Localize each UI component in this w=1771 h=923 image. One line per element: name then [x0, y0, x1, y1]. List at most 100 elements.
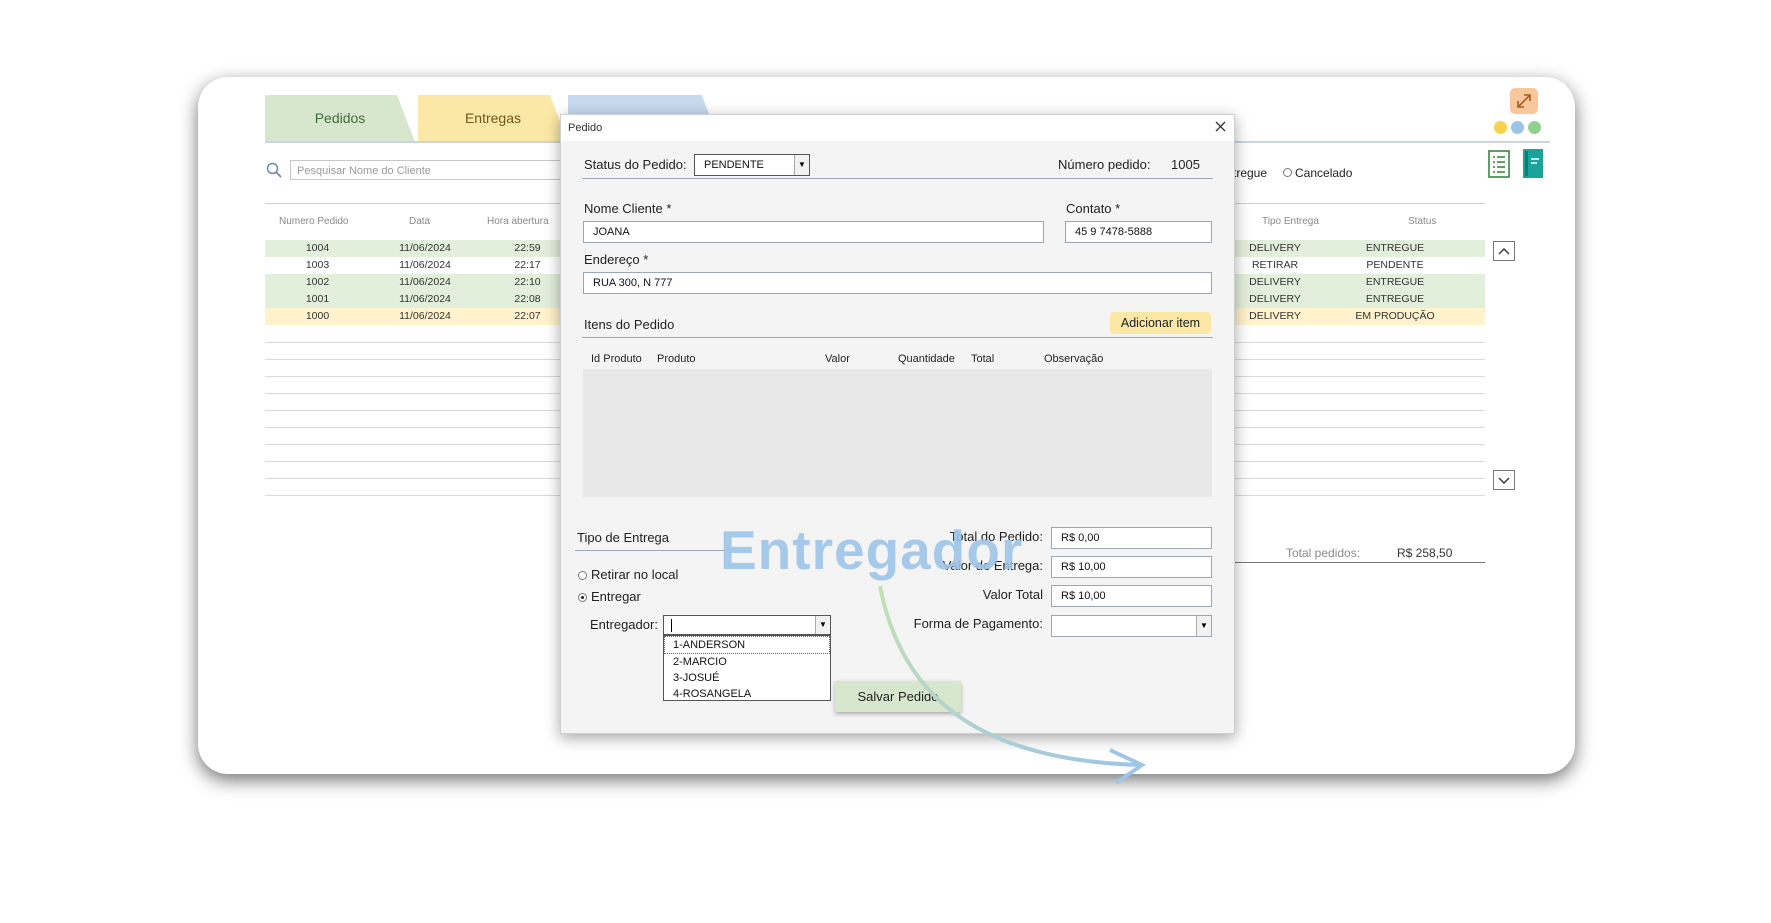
callout-arrow-icon [878, 585, 1146, 785]
status-value: PENDENTE [704, 159, 764, 171]
report-icon [1523, 149, 1543, 178]
chevron-down-icon: ▼ [794, 155, 809, 175]
nome-cliente-field[interactable]: JOANA [583, 221, 1044, 243]
cell-tipo: DELIVERY [1249, 310, 1301, 322]
blue-dot [1511, 121, 1524, 134]
cell-status: ENTREGUE [1365, 242, 1425, 254]
retirar-radio[interactable] [578, 571, 587, 580]
nome-cliente-label: Nome Cliente * [584, 201, 672, 216]
valor-entrega-field[interactable]: R$ 10,00 [1051, 556, 1212, 578]
cell-numero: 1000 [305, 310, 330, 322]
chevron-down-icon [1498, 477, 1510, 484]
scroll-up-button[interactable] [1493, 241, 1515, 261]
endereco-field[interactable]: RUA 300, N 777 [583, 272, 1212, 294]
cell-status: ENTREGUE [1365, 276, 1425, 288]
search-icon [266, 162, 282, 178]
retirar-label: Retirar no local [591, 567, 679, 582]
chevron-down-icon: ▼ [1196, 616, 1211, 636]
entregador-callout-text: Entregador [720, 519, 1024, 581]
total-pedido-field[interactable]: R$ 0,00 [1051, 527, 1212, 549]
entregador-select[interactable]: ▼ [663, 615, 831, 635]
col-produto: Produto [657, 353, 696, 365]
cell-numero: 1002 [305, 276, 330, 288]
dialog-titlebar: Pedido [561, 115, 1234, 141]
filter-cancelado[interactable]: Cancelado [1283, 166, 1352, 180]
entregar-label: Entregar [591, 589, 641, 604]
tab-pedidos[interactable]: Pedidos [265, 95, 415, 142]
cell-status: EM PRODUÇÃO [1355, 310, 1435, 322]
cell-hora: 22:17 [514, 259, 541, 271]
col-status: Status [1408, 216, 1437, 227]
close-button[interactable] [1215, 115, 1226, 141]
total-pedidos-value: R$ 258,50 [1397, 546, 1453, 560]
cell-hora: 22:10 [514, 276, 541, 288]
cell-tipo: DELIVERY [1249, 293, 1301, 305]
itens-divider [582, 337, 1213, 338]
status-label: Status do Pedido: [584, 157, 687, 172]
col-total: Total [971, 353, 995, 365]
cell-data: 11/06/2024 [399, 242, 451, 254]
tab-entregas[interactable]: Entregas [418, 95, 568, 142]
expand-button[interactable] [1510, 88, 1538, 114]
total-pedidos-label: Total pedidos: [1286, 546, 1361, 560]
contato-field[interactable]: 45 9 7478-5888 [1065, 221, 1212, 243]
cell-status: ENTREGUE [1365, 293, 1425, 305]
tipo-entrega-label: Tipo de Entrega [577, 530, 670, 545]
cell-numero: 1004 [305, 242, 330, 254]
cell-data: 11/06/2024 [399, 276, 451, 288]
cell-hora: 22:59 [514, 242, 541, 254]
endereco-label: Endereço * [584, 252, 649, 267]
cell-status: PENDENTE [1366, 259, 1424, 271]
col-observacao: Observação [1044, 353, 1104, 365]
itens-pedido-label: Itens do Pedido [584, 317, 675, 332]
col-numero-pedido: Numero Pedido [279, 216, 349, 227]
entregador-dropdown-list[interactable]: 1-ANDERSON 2-MARCIO 3-JOSUÉ 4-ROSANGELA [663, 635, 831, 701]
cell-hora: 22:08 [514, 293, 541, 305]
cell-hora: 22:07 [514, 310, 541, 322]
dropdown-option[interactable]: 1-ANDERSON [664, 636, 830, 654]
col-valor: Valor [825, 353, 850, 365]
col-data: Data [409, 216, 431, 227]
cell-numero: 1003 [305, 259, 330, 271]
status-select[interactable]: PENDENTE ▼ [694, 154, 810, 176]
cancelado-label: Cancelado [1295, 166, 1353, 180]
cell-tipo: DELIVERY [1249, 276, 1301, 288]
close-icon [1215, 121, 1226, 132]
list-view-button[interactable] [1488, 150, 1510, 178]
cell-data: 11/06/2024 [399, 293, 451, 305]
report-button[interactable] [1523, 149, 1543, 178]
col-tipo-entrega: Tipo Entrega [1262, 216, 1319, 227]
list-icon [1488, 150, 1510, 178]
cancelado-radio[interactable] [1283, 168, 1292, 177]
entregar-radio[interactable] [578, 593, 587, 602]
contato-label: Contato * [1066, 201, 1121, 216]
col-hora-abertura: Hora abertura [487, 216, 549, 227]
entregador-label: Entregador: [590, 617, 658, 632]
search-input[interactable]: Pesquisar Nome do Cliente [290, 160, 590, 180]
cell-tipo: RETIRAR [1251, 259, 1299, 271]
cell-numero: 1001 [305, 293, 330, 305]
dropdown-option[interactable]: 2-MARCIO [664, 654, 830, 670]
dropdown-option[interactable]: 3-JOSUÉ [664, 670, 830, 686]
filter-partial-label: tregue [1233, 166, 1268, 180]
col-id-produto: Id Produto [591, 353, 642, 365]
cell-data: 11/06/2024 [399, 259, 451, 271]
text-cursor [671, 619, 672, 632]
col-quantidade: Quantidade [898, 353, 955, 365]
dialog-title: Pedido [568, 122, 603, 134]
chevron-down-icon: ▼ [815, 616, 830, 634]
dropdown-option[interactable]: 4-ROSANGELA [664, 686, 830, 702]
scroll-down-button[interactable] [1493, 470, 1515, 490]
itens-list[interactable] [583, 369, 1212, 497]
total-divider [1233, 562, 1485, 563]
expand-icon [1517, 94, 1531, 108]
chevron-up-icon [1498, 248, 1510, 255]
cell-data: 11/06/2024 [399, 310, 451, 322]
status-divider [582, 178, 1213, 179]
green-dot [1528, 121, 1541, 134]
adicionar-item-button[interactable]: Adicionar item [1110, 312, 1211, 334]
numero-value: 1005 [1171, 157, 1200, 172]
yellow-dot [1494, 121, 1507, 134]
numero-label: Número pedido: [1058, 157, 1151, 172]
cell-tipo: DELIVERY [1249, 242, 1301, 254]
